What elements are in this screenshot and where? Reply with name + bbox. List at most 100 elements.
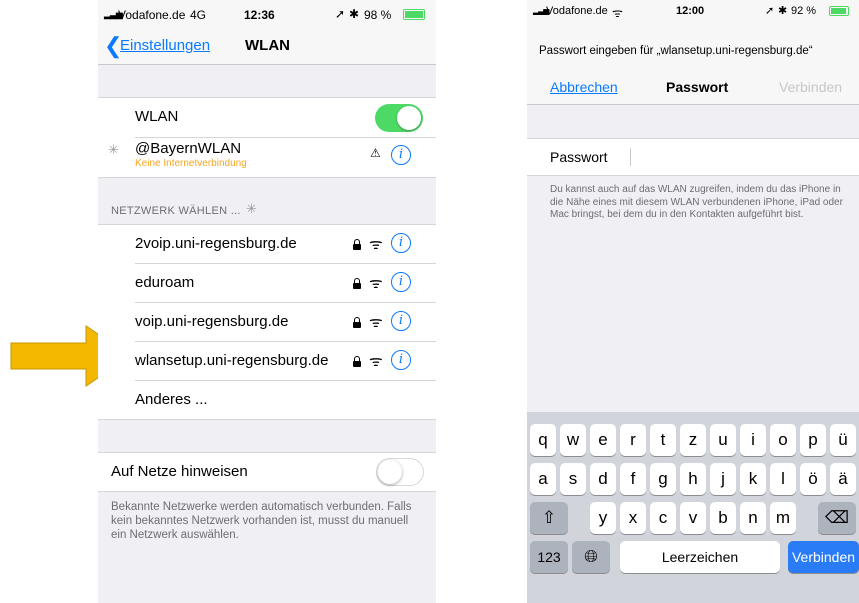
wifi-warning-icon: ⚠: [370, 146, 381, 160]
network-list: 2voip.uni-regensburg.de ᯤ i eduroam ᯤ i …: [98, 225, 436, 419]
key[interactable]: p: [800, 424, 826, 456]
status-bar: ▂▃▅ Vodafone.de ᯤ 12:00 ➚ ✱ 92 %: [527, 0, 859, 24]
network-row[interactable]: 2voip.uni-regensburg.de ᯤ i: [98, 225, 436, 264]
other-network-label: Anderes ...: [135, 391, 208, 408]
lock-icon: [353, 239, 361, 250]
backspace-key[interactable]: ⌫: [818, 502, 856, 534]
keyboard: q w e r t z u i o p ü a s d f g h j k l …: [527, 412, 859, 603]
connection-status: Keine Internetverbindung: [135, 158, 247, 169]
page-title: WLAN: [245, 37, 290, 54]
lock-icon: [353, 356, 361, 367]
battery-icon: [403, 9, 425, 20]
info-icon[interactable]: i: [391, 350, 411, 370]
key[interactable]: u: [710, 424, 736, 456]
back-button[interactable]: Einstellungen: [120, 37, 210, 54]
password-label: Passwort: [550, 149, 608, 165]
key[interactable]: ü: [830, 424, 856, 456]
wifi-icon: ᯤ: [369, 353, 383, 370]
key[interactable]: i: [740, 424, 766, 456]
battery-percent: 98 %: [364, 8, 392, 22]
password-screen: ▂▃▅ Vodafone.de ᯤ 12:00 ➚ ✱ 92 % Passwor…: [527, 0, 859, 603]
key[interactable]: m: [770, 502, 796, 534]
info-icon[interactable]: i: [391, 272, 411, 292]
network-name: wlansetup.uni-regensburg.de: [135, 352, 329, 369]
key[interactable]: y: [590, 502, 616, 534]
key[interactable]: b: [710, 502, 736, 534]
page-title: Passwort: [666, 79, 729, 95]
cancel-button[interactable]: Abbrechen: [550, 79, 618, 95]
location-icon: ➚: [335, 7, 346, 21]
ask-to-join-label: Auf Netze hinweisen: [111, 463, 248, 480]
location-icon: ➚: [765, 5, 775, 17]
key[interactable]: r: [620, 424, 646, 456]
section-header: NETZWERK WÄHLEN ...: [111, 205, 241, 217]
key[interactable]: v: [680, 502, 706, 534]
shift-key[interactable]: ⇧: [530, 502, 568, 534]
key[interactable]: x: [620, 502, 646, 534]
connect-button[interactable]: Verbinden: [779, 79, 842, 95]
wlan-group: WLAN ✳ @BayernWLAN Keine Internetverbind…: [98, 98, 436, 177]
key[interactable]: o: [770, 424, 796, 456]
clock: 12:36: [244, 8, 275, 22]
numbers-key[interactable]: 123: [530, 541, 568, 573]
key[interactable]: h: [680, 463, 706, 495]
loading-spinner-icon: ✳: [108, 142, 119, 157]
carrier-label: Vodafone.de: [118, 8, 186, 22]
wlan-settings-screen: ▂▃▅ Vodafone.de 4G 12:36 ➚ ✱ 98 % ❮ Eins…: [98, 0, 436, 603]
wifi-icon: ᯤ: [612, 6, 623, 20]
lock-icon: [353, 278, 361, 289]
wlan-toggle-label: WLAN: [135, 108, 179, 125]
key[interactable]: ä: [830, 463, 856, 495]
key[interactable]: w: [560, 424, 586, 456]
navigation-bar: ❮ Einstellungen WLAN: [98, 30, 436, 65]
battery-percent: 92 %: [791, 5, 817, 17]
network-name: 2voip.uni-regensburg.de: [135, 235, 297, 252]
key[interactable]: g: [650, 463, 676, 495]
text-cursor: [630, 148, 631, 166]
network-row[interactable]: wlansetup.uni-regensburg.de ᯤ i: [98, 342, 436, 381]
ask-to-join-row: Auf Netze hinweisen: [98, 453, 436, 491]
key[interactable]: t: [650, 424, 676, 456]
info-icon[interactable]: i: [391, 311, 411, 331]
navigation-bar: Abbrechen Passwort Verbinden: [527, 70, 859, 105]
info-icon[interactable]: i: [391, 233, 411, 253]
key[interactable]: k: [740, 463, 766, 495]
key[interactable]: q: [530, 424, 556, 456]
clock: 12:00: [676, 5, 705, 17]
network-row[interactable]: eduroam ᯤ i: [98, 264, 436, 303]
wifi-icon: ᯤ: [369, 314, 383, 331]
bluetooth-icon: ✱: [349, 7, 360, 21]
key[interactable]: j: [710, 463, 736, 495]
wlan-toggle[interactable]: [375, 104, 423, 132]
other-network-row[interactable]: Anderes ...: [98, 381, 436, 419]
footer-description: Bekannte Netzwerke werden automatisch ve…: [111, 501, 412, 541]
ask-to-join-toggle[interactable]: [376, 458, 424, 486]
prompt-header: Passwort eingeben für „wlansetup.uni-reg…: [527, 24, 859, 72]
space-key[interactable]: Leerzeichen: [620, 541, 780, 573]
globe-icon[interactable]: 🌐︎: [572, 541, 610, 573]
key[interactable]: f: [620, 463, 646, 495]
wifi-icon: ᯤ: [369, 275, 383, 292]
wifi-icon: ᯤ: [369, 236, 383, 253]
network-row[interactable]: voip.uni-regensburg.de ᯤ i: [98, 303, 436, 342]
info-icon[interactable]: i: [391, 145, 411, 165]
key[interactable]: z: [680, 424, 706, 456]
network-name: eduroam: [135, 274, 195, 291]
key[interactable]: e: [590, 424, 616, 456]
key[interactable]: ö: [800, 463, 826, 495]
key[interactable]: d: [590, 463, 616, 495]
key[interactable]: s: [560, 463, 586, 495]
network-type: 4G: [190, 8, 207, 22]
connected-network-name[interactable]: @BayernWLAN: [135, 140, 241, 157]
password-prompt: Passwort eingeben für „wlansetup.uni-reg…: [539, 45, 813, 57]
key[interactable]: a: [530, 463, 556, 495]
carrier-label: Vodafone.de: [546, 5, 608, 17]
password-field[interactable]: Passwort: [527, 139, 859, 175]
network-name: voip.uni-regensburg.de: [135, 313, 289, 330]
return-connect-key[interactable]: Verbinden: [788, 541, 859, 573]
bluetooth-icon: ✱: [778, 5, 788, 17]
key[interactable]: l: [770, 463, 796, 495]
key[interactable]: c: [650, 502, 676, 534]
key[interactable]: n: [740, 502, 766, 534]
lock-icon: [353, 317, 361, 328]
